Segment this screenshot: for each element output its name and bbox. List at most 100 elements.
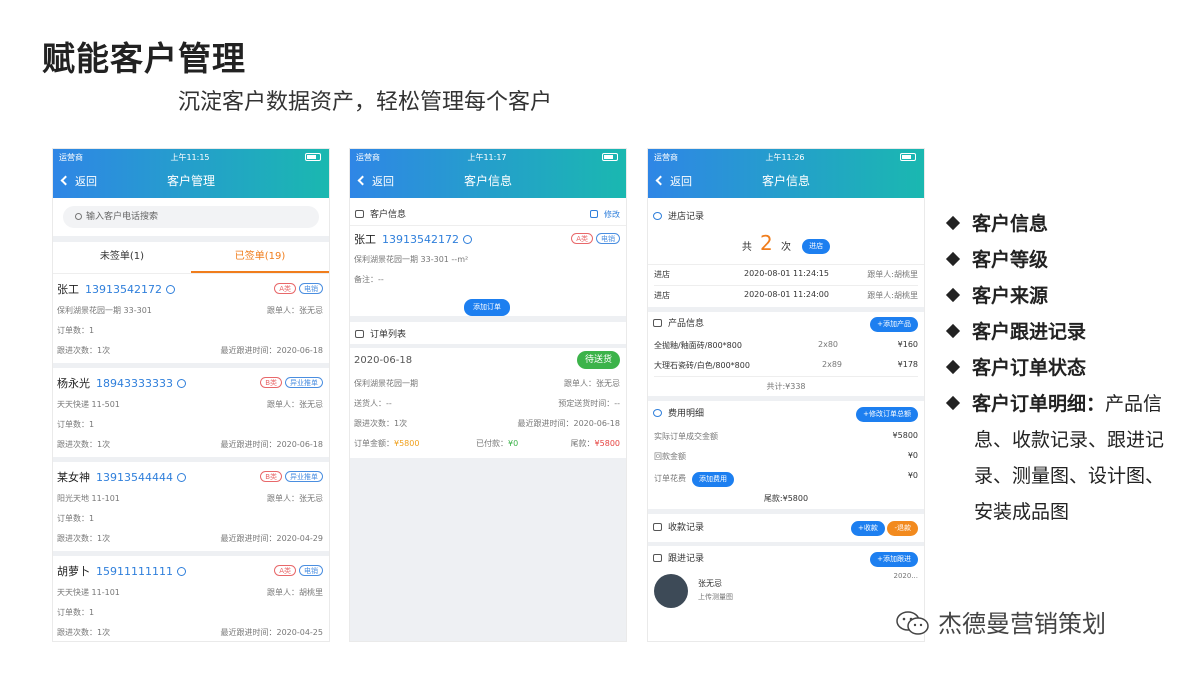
edit-icon [590,210,598,218]
customer-orders: 订单数：1 [57,608,95,617]
customer-card[interactable]: 杨永光 18943333333 B类 异业推单 天天快递 11-501 跟单人：张无忌 … [53,368,329,462]
order-follower: 跟单人：张无忌 [564,379,620,388]
add-fee-button[interactable]: 添加费用 [692,472,734,487]
diamond-bullet-icon [945,395,961,411]
product-price: ¥178 [897,360,918,369]
feature-label: 客户信息 [972,213,1049,235]
slide-subtitle: 沉淀客户数据资产，轻松管理每个客户 [178,90,553,115]
feature-label: 客户等级 [972,249,1049,271]
customer-follower: 跟单人：张无忌 [267,400,323,409]
verified-icon [176,567,186,576]
phone-screen-customer-management: 运营商 上午11:15 返回 客户管理 输入客户电话搜索 未签单(1) 已签单(… [52,148,330,642]
paid-label: 已付款： [476,439,508,448]
customer-follow-count: 跟进次数：1次 [57,628,111,637]
verified-icon [165,285,175,294]
customer-name: 张工 [57,283,79,296]
tab-signed[interactable]: 已签单(19) [191,242,329,273]
fee-value: ¥5800 [892,431,918,440]
customer-remark: 备注：-- [354,275,384,284]
customer-name: 张工 [354,233,376,246]
product-qty: 2x80 [818,340,839,349]
feature-item: 客户等级 [945,242,1188,278]
order-expected-delivery: 预定送货时间：-- [558,399,620,408]
clock: 上午11:15 [170,153,210,162]
customer-address: 保利湖景花园一期 33-301 [57,306,152,315]
paid-amount: ¥0 [508,439,519,448]
diamond-bullet-icon [945,323,961,339]
source-badge: 异业推单 [285,471,323,482]
section-visits: 进店记录 [648,206,924,228]
product-icon [653,319,662,327]
customer-phone[interactable]: 18943333333 [96,377,173,390]
receive-payment-button[interactable]: +收款 [851,521,885,536]
visit-type: 进店 [654,291,670,300]
clock: 上午11:17 [467,153,507,162]
edit-button[interactable]: 修改 [590,204,620,226]
visit-icon [653,212,662,220]
level-badge: A类 [274,283,296,294]
status-bar: 运营商 上午11:15 [59,152,321,164]
customer-phone[interactable]: 13913542172 [85,283,162,296]
section-title: 跟进记录 [668,554,705,564]
section-title: 订单列表 [370,330,407,340]
customer-address: 阳光天地 11-101 [57,494,120,503]
feature-detail: 录、测量图、设计图、 [974,465,1165,487]
customer-name: 胡萝卜 [57,565,90,578]
products-total: 共计:¥338 [654,376,918,396]
section-title: 费用明细 [668,409,705,419]
id-card-icon [355,210,364,218]
fee-value: ¥0 [907,451,918,460]
follow-item[interactable]: 张无忌 上传测量图 2020... [654,572,918,612]
fee-icon [653,409,662,417]
product-name: 大理石瓷砖/白色/800*800 [654,361,750,370]
customer-last-follow: 最近跟进时间：2020-06-18 [220,346,324,355]
refund-button[interactable]: -退款 [887,521,918,536]
top-bar: 运营商 上午11:17 返回 客户信息 [350,149,626,198]
order-amount: ¥5800 [394,439,420,448]
customer-phone[interactable]: 13913544444 [96,471,173,484]
customer-phone[interactable]: 15911111111 [96,565,173,578]
customer-follower: 跟单人：张无忌 [267,306,323,315]
edit-label: 修改 [604,210,620,219]
search-input[interactable]: 输入客户电话搜索 [63,206,319,228]
add-follow-button[interactable]: +添加跟进 [870,552,918,567]
fees-tail: 尾款:¥5800 [763,494,809,503]
add-product-button[interactable]: +添加产品 [870,317,918,332]
customer-card[interactable]: 胡萝卜 15911111111 A类 电销 天天快递 11-101 跟单人：胡桃里 订单… [53,556,329,641]
visit-total-suffix: 次 [780,242,791,253]
customer-orders: 订单数：1 [57,420,95,429]
diamond-bullet-icon [945,359,961,375]
search-placeholder: 输入客户电话搜索 [86,212,159,222]
visit-total: 共 2 次 进店 [648,228,924,264]
feature-label: 客户订单明细： [972,393,1106,415]
fee-label: 回款金额 [654,452,686,461]
add-order-button[interactable]: 添加订单 [464,299,510,316]
order-deliverer: 送货人：-- [354,399,392,408]
feature-label: 客户来源 [972,285,1049,307]
battery-icon [602,153,618,161]
edit-order-total-button[interactable]: +修改订单总额 [856,407,918,422]
fee-value: ¥0 [907,471,918,480]
level-badge: A类 [274,565,296,576]
section-fees: 费用明细 +修改订单总额 [648,401,924,427]
order-status-badge: 待送货 [576,351,620,369]
visit-button[interactable]: 进店 [802,239,831,254]
customer-last-follow: 最近跟进时间：2020-06-18 [220,440,324,449]
visit-total-prefix: 共 [741,242,752,253]
customer-follow-count: 跟进次数：1次 [57,440,111,449]
customer-phone[interactable]: 13913542172 [382,233,459,246]
customer-card[interactable]: 张工 13913542172 A类 电销 保利湖景花园一期 33-301 跟单人：张无忌… [53,274,329,368]
product-price: ¥160 [897,340,918,349]
clock: 上午11:26 [765,153,805,162]
phone-screen-customer-info: 运营商 上午11:17 返回 客户信息 客户信息 修改 张工 13913542172… [349,148,627,642]
source-badge: 电销 [299,283,323,294]
follow-date: 2020... [893,572,919,580]
section-title: 进店记录 [668,212,705,222]
visit-time: 2020-08-01 11:24:15 [744,269,829,278]
customer-card[interactable]: 某女神 13913544444 B类 异业推单 阳光天地 11-101 跟单人：张无忌 … [53,462,329,556]
feature-detail: 息、收款记录、跟进记 [974,429,1165,451]
tab-unsigned[interactable]: 未签单(1) [53,242,191,273]
battery-icon [305,153,321,161]
tail-amount: ¥5800 [594,439,620,448]
avatar [654,574,688,608]
